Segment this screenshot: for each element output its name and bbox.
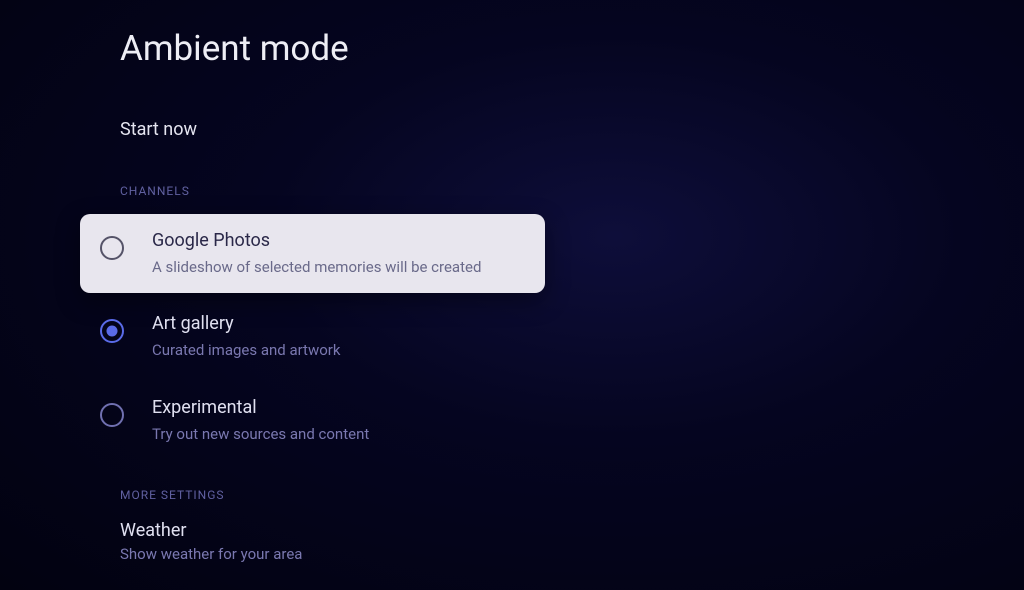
channel-text: Art gallery Curated images and artwork [152,313,525,360]
setting-description: Show weather for your area [120,545,1024,563]
channel-title: Google Photos [152,230,525,251]
channel-description: Curated images and artwork [152,340,525,360]
page-title: Ambient mode [120,28,1024,69]
radio-icon [100,236,124,260]
channel-description: Try out new sources and content [152,424,525,444]
channel-description: A slideshow of selected memories will be… [152,257,525,277]
channel-list: Google Photos A slideshow of selected me… [80,214,1024,460]
channel-title: Art gallery [152,313,525,334]
channel-title: Experimental [152,397,525,418]
channel-text: Google Photos A slideshow of selected me… [152,230,525,277]
start-now-button[interactable]: Start now [120,119,1024,140]
radio-icon [100,403,124,427]
setting-weather[interactable]: Weather Show weather for your area [120,520,1024,563]
channel-google-photos[interactable]: Google Photos A slideshow of selected me… [80,214,545,293]
channel-art-gallery[interactable]: Art gallery Curated images and artwork [80,297,545,376]
radio-icon [100,319,124,343]
channels-header: CHANNELS [120,184,1024,198]
channel-experimental[interactable]: Experimental Try out new sources and con… [80,381,545,460]
channel-text: Experimental Try out new sources and con… [152,397,525,444]
more-settings-header: MORE SETTINGS [120,488,1024,502]
setting-title: Weather [120,520,1024,541]
